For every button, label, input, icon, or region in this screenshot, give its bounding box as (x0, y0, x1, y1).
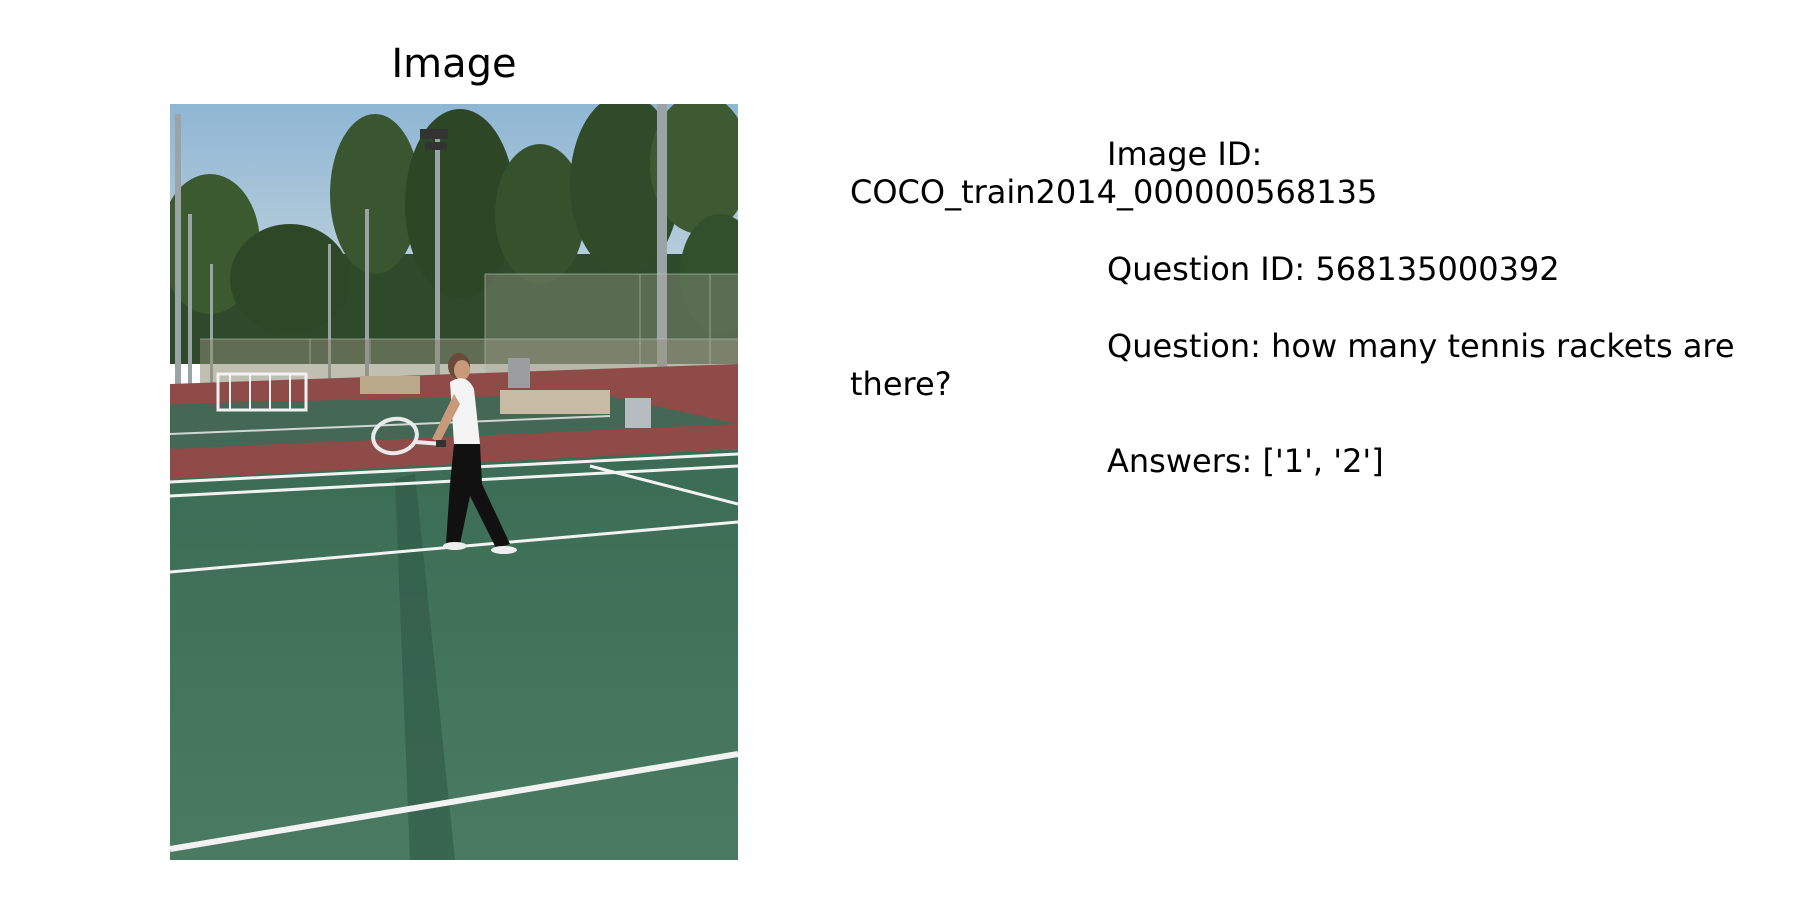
image-id-text: Image ID: COCO_train2014_000000568135 (850, 135, 1378, 211)
question-text: Question: how many tennis rackets are th… (850, 327, 1735, 403)
question-id-text: Question ID: 568135000392 (1107, 250, 1560, 288)
vqa-info: Image ID: COCO_train2014_000000568135 Qu… (850, 135, 1770, 519)
tennis-scene (170, 104, 738, 860)
tennis-photo (170, 104, 738, 860)
image-panel-title: Image (391, 41, 517, 87)
page: Image Image ID: COCO_train2014_000000568… (0, 0, 1800, 900)
answers-text: Answers: ['1', '2'] (1107, 442, 1384, 480)
